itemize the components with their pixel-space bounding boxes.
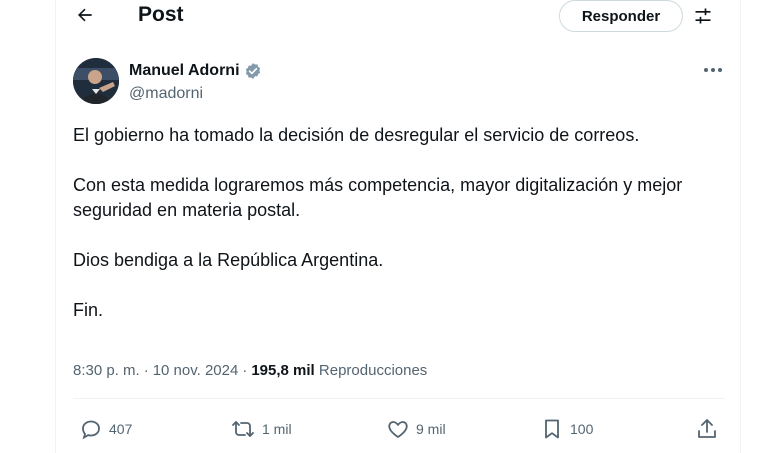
post-paragraph: Con esta medida lograremos más competenc… xyxy=(73,175,683,220)
reply-count: 407 xyxy=(109,421,133,437)
post-paragraph: El gobierno ha tomado la decisión de des… xyxy=(73,125,640,145)
divider xyxy=(73,398,725,399)
bookmark-count: 100 xyxy=(570,421,594,437)
post-paragraph: Dios bendiga a la República Argentina. xyxy=(73,250,384,270)
view-count: 195,8 mil xyxy=(251,362,315,379)
more-options-button[interactable] xyxy=(700,60,726,80)
back-button[interactable] xyxy=(72,2,98,28)
arrow-left-icon xyxy=(78,8,92,22)
avatar[interactable] xyxy=(73,58,119,104)
share-action[interactable] xyxy=(695,413,719,445)
repost-action[interactable]: 1 mil xyxy=(230,413,292,445)
separator-dot: · xyxy=(242,362,248,379)
repost-icon xyxy=(232,421,254,437)
author-name[interactable]: Manuel Adorni xyxy=(129,61,262,81)
action-bar: 407 1 mil 9 mil 100 xyxy=(56,413,742,445)
post-time[interactable]: 8:30 p. m. xyxy=(73,362,140,379)
post-text: El gobierno ha tomado la decisión de des… xyxy=(73,123,723,323)
reply-button[interactable]: Responder xyxy=(559,0,683,32)
like-action[interactable]: 9 mil xyxy=(386,413,446,445)
avatar-image xyxy=(73,58,119,104)
post-date[interactable]: 10 nov. 2024 xyxy=(153,362,239,379)
post-metadata: 8:30 p. m. · 10 nov. 2024 · 195,8 mil Reprod… xyxy=(73,361,427,381)
filter-button[interactable] xyxy=(690,3,716,29)
sliders-icon xyxy=(695,8,711,24)
reply-action[interactable]: 407 xyxy=(79,413,132,445)
like-count: 9 mil xyxy=(416,421,446,437)
author-name-text: Manuel Adorni xyxy=(129,62,240,79)
post-detail-panel: Post Responder Manuel Adorni @madorni El… xyxy=(55,0,741,453)
heart-icon xyxy=(388,421,408,438)
post-header: Post Responder xyxy=(56,0,742,32)
more-horizontal-icon xyxy=(704,68,722,72)
bookmark-action[interactable]: 100 xyxy=(540,413,593,445)
bookmark-icon xyxy=(545,419,559,439)
view-count-label: Reproducciones xyxy=(318,362,428,379)
repost-count: 1 mil xyxy=(262,421,292,437)
page-title: Post xyxy=(138,3,184,26)
reply-icon xyxy=(82,420,100,440)
share-icon xyxy=(698,419,716,438)
verified-badge-icon xyxy=(245,63,260,79)
post-paragraph: Fin. xyxy=(73,300,104,320)
separator-dot: · xyxy=(143,362,149,379)
author-handle[interactable]: @madorni xyxy=(129,84,203,104)
